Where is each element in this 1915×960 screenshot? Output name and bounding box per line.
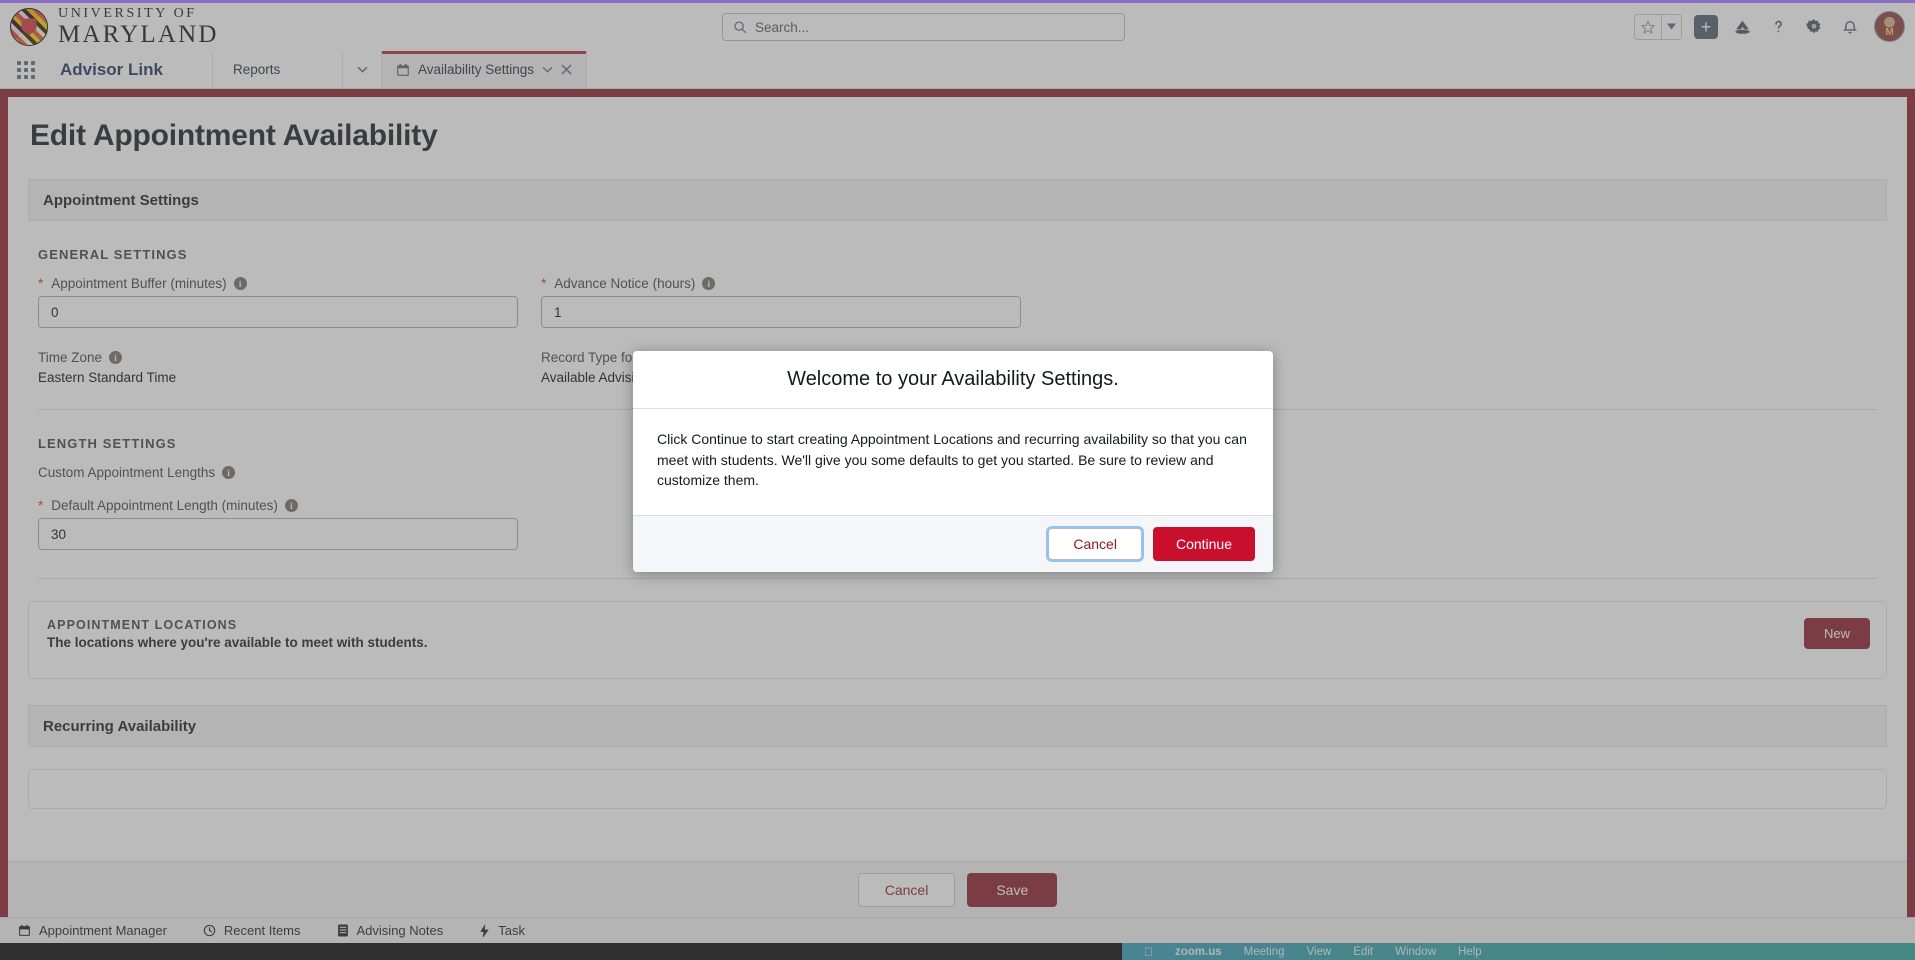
modal-cancel-button[interactable]: Cancel — [1048, 528, 1142, 560]
modal-continue-button[interactable]: Continue — [1153, 527, 1255, 561]
screen: UNIVERSITY OF MARYLAND Search... — [0, 0, 1915, 960]
modal-footer: Cancel Continue — [633, 515, 1273, 572]
welcome-modal: Welcome to your Availability Settings. C… — [633, 351, 1273, 572]
modal-title: Welcome to your Availability Settings. — [633, 351, 1273, 409]
modal-body-text: Click Continue to start creating Appoint… — [633, 409, 1273, 515]
top-accent-hairline — [0, 0, 1915, 3]
